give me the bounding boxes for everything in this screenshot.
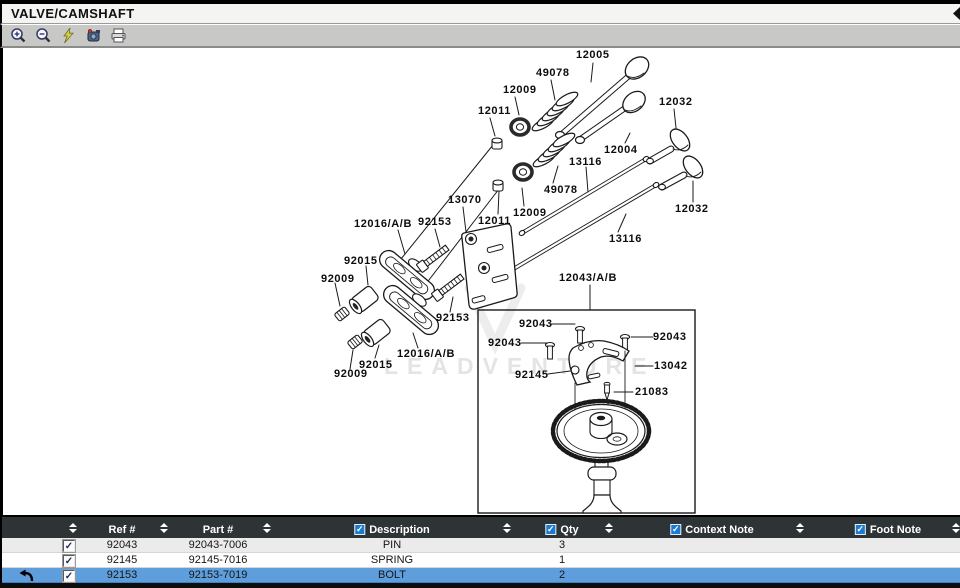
parts-catalog-window: VALVE/CAMSHAFT bbox=[0, 0, 960, 588]
zoom-out-icon bbox=[35, 27, 52, 44]
window-bottom-border bbox=[0, 583, 960, 588]
part-label-13070[interactable]: 13070 bbox=[448, 194, 482, 206]
table-row[interactable]: ✓ 92145 92145-7016 SPRING 1 bbox=[2, 553, 960, 568]
foot-note-cell bbox=[822, 568, 952, 583]
sort-icon[interactable] bbox=[796, 523, 804, 533]
description-cell: BOLT bbox=[292, 568, 492, 583]
part-label-92009[interactable]: 92009 bbox=[321, 273, 355, 285]
hotspot-tool-button[interactable] bbox=[84, 27, 102, 45]
table-row[interactable]: ✓ 92043 92043-7006 PIN 3 bbox=[2, 538, 960, 553]
table-row-selected[interactable]: ✓ 92153 92153-7019 BOLT 2 bbox=[2, 568, 960, 583]
part-label-49078[interactable]: 49078 bbox=[536, 67, 570, 79]
part-label-92153[interactable]: 92153 bbox=[436, 312, 470, 324]
ref-cell: 92145 bbox=[72, 553, 172, 568]
part-label-92153[interactable]: 92153 bbox=[418, 216, 452, 228]
sort-icon[interactable] bbox=[605, 523, 613, 533]
part-label-12016-A-B[interactable]: 12016/A/B bbox=[397, 348, 455, 360]
parts-table-header: Ref # Part # ✓ Description ✓ Qty ✓ Conte… bbox=[2, 515, 960, 538]
parts-table: Ref # Part # ✓ Description ✓ Qty ✓ Conte… bbox=[0, 515, 960, 583]
context-note-cell bbox=[642, 553, 782, 568]
sort-icon[interactable] bbox=[952, 523, 960, 533]
part-label-12004[interactable]: 12004 bbox=[604, 144, 638, 156]
part-labels-layer: 1200549078120091201112032120041311649078… bbox=[3, 48, 960, 515]
column-header-foot-note[interactable]: ✓ Foot Note bbox=[855, 519, 921, 540]
part-label-49078[interactable]: 49078 bbox=[544, 184, 578, 196]
part-label-13116[interactable]: 13116 bbox=[569, 156, 602, 168]
description-column-checkbox[interactable]: ✓ bbox=[354, 524, 365, 535]
qty-cell: 3 bbox=[515, 538, 609, 553]
diagram-toolbar bbox=[0, 24, 960, 48]
sort-icon[interactable] bbox=[263, 523, 271, 533]
qty-cell: 2 bbox=[515, 568, 609, 583]
diagram-canvas[interactable]: LEADVENTURE bbox=[0, 48, 960, 515]
column-label: Description bbox=[369, 524, 430, 536]
printer-icon bbox=[110, 27, 127, 44]
lightning-select-button[interactable] bbox=[59, 27, 77, 45]
part-label-12005[interactable]: 12005 bbox=[576, 49, 610, 61]
part-label-92015[interactable]: 92015 bbox=[344, 255, 378, 267]
sort-icon[interactable] bbox=[160, 523, 168, 533]
zoom-in-button[interactable] bbox=[9, 27, 27, 45]
column-header-context-note[interactable]: ✓ Context Note bbox=[670, 519, 753, 540]
titlebar-corner-glyph bbox=[953, 7, 960, 20]
ref-cell: 92043 bbox=[72, 538, 172, 553]
part-label-12009[interactable]: 12009 bbox=[513, 207, 547, 219]
part-label-12011[interactable]: 12011 bbox=[478, 215, 511, 227]
zoom-out-button[interactable] bbox=[34, 27, 52, 45]
foot-note-cell bbox=[822, 538, 952, 553]
lightning-icon bbox=[60, 27, 77, 44]
description-cell: SPRING bbox=[292, 553, 492, 568]
foot-note-cell bbox=[822, 553, 952, 568]
part-label-12009[interactable]: 12009 bbox=[503, 84, 537, 96]
part-cell: 92145-7016 bbox=[158, 553, 278, 568]
qty-column-checkbox[interactable]: ✓ bbox=[545, 524, 556, 535]
column-label: Context Note bbox=[685, 524, 753, 536]
hotspot-icon bbox=[85, 27, 102, 44]
context-note-cell bbox=[642, 538, 782, 553]
sort-icon[interactable] bbox=[503, 523, 511, 533]
part-label-12016-A-B[interactable]: 12016/A/B bbox=[354, 218, 412, 230]
diagram-titlebar: VALVE/CAMSHAFT bbox=[0, 4, 960, 24]
part-label-92009[interactable]: 92009 bbox=[334, 368, 368, 380]
column-header-ref[interactable]: Ref # bbox=[109, 519, 136, 540]
part-label-12043-A-B[interactable]: 12043/A/B bbox=[559, 272, 617, 284]
selected-row-arrow-icon bbox=[18, 568, 34, 583]
part-cell: 92153-7019 bbox=[158, 568, 278, 583]
sort-icon[interactable] bbox=[69, 523, 77, 533]
description-cell: PIN bbox=[292, 538, 492, 553]
part-label-92043[interactable]: 92043 bbox=[488, 337, 522, 349]
column-label: Qty bbox=[560, 524, 578, 536]
column-label: Ref # bbox=[109, 524, 136, 536]
part-label-12011[interactable]: 12011 bbox=[478, 105, 511, 117]
column-label: Foot Note bbox=[870, 524, 921, 536]
part-label-92145[interactable]: 92145 bbox=[515, 369, 549, 381]
column-label: Part # bbox=[203, 524, 234, 536]
part-label-92043[interactable]: 92043 bbox=[519, 318, 553, 330]
part-label-12032[interactable]: 12032 bbox=[675, 203, 709, 215]
part-label-21083[interactable]: 21083 bbox=[635, 386, 669, 398]
part-label-13116[interactable]: 13116 bbox=[609, 233, 642, 245]
part-label-92043[interactable]: 92043 bbox=[653, 331, 687, 343]
context-note-column-checkbox[interactable]: ✓ bbox=[670, 524, 681, 535]
column-header-part[interactable]: Part # bbox=[203, 519, 234, 540]
part-label-12032[interactable]: 12032 bbox=[659, 96, 693, 108]
ref-cell: 92153 bbox=[72, 568, 172, 583]
column-header-qty[interactable]: ✓ Qty bbox=[545, 519, 578, 540]
part-label-13042[interactable]: 13042 bbox=[654, 360, 688, 372]
print-button[interactable] bbox=[109, 27, 127, 45]
part-cell: 92043-7006 bbox=[158, 538, 278, 553]
context-note-cell bbox=[642, 568, 782, 583]
zoom-in-icon bbox=[10, 27, 27, 44]
column-header-description[interactable]: ✓ Description bbox=[354, 519, 430, 540]
qty-cell: 1 bbox=[515, 553, 609, 568]
foot-note-column-checkbox[interactable]: ✓ bbox=[855, 524, 866, 535]
page-title: VALVE/CAMSHAFT bbox=[11, 6, 135, 21]
